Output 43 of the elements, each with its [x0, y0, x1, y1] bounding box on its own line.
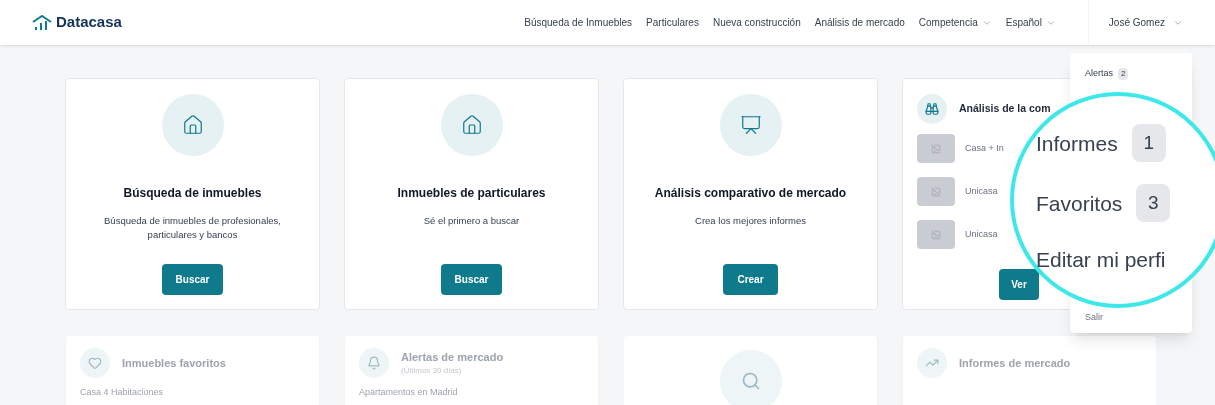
card-title: Alertas de mercado [401, 349, 504, 365]
nav-link[interactable]: Análisis de mercado [814, 15, 905, 30]
agency-name[interactable]: Casa + In [965, 141, 1004, 156]
house-icon [181, 114, 204, 136]
agency-name[interactable]: Unicasa [965, 227, 998, 242]
presentation-icon [739, 114, 762, 136]
count-badge: 3 [1136, 184, 1171, 223]
nav-link[interactable]: Nueva construcción [712, 15, 801, 30]
count-badge: 1 [1131, 124, 1166, 163]
card-title: Inmuebles favoritos [122, 355, 226, 371]
card-description: Crea los mejores informes [694, 214, 807, 228]
binoculars-icon [925, 102, 939, 116]
card-description: Búsqueda de inmuebles de profesionales, particulares y bancos [103, 214, 282, 242]
list-item[interactable]: Casa 4 Habitaciones [80, 386, 305, 400]
agency-name[interactable]: Unicasa [965, 184, 998, 199]
card-title: Inmuebles de particulares [397, 185, 546, 202]
house-icon [460, 114, 483, 136]
search-icon [740, 371, 761, 391]
nav-link[interactable]: Español [1005, 15, 1056, 30]
card-title: Análisis comparativo de mercado [654, 185, 847, 202]
menu-item[interactable]: Alertas 2 [1085, 67, 1177, 81]
heart-icon [88, 356, 102, 370]
card-description: Sé el primero a buscar [422, 214, 521, 228]
card-title: Búsqueda de inmuebles [123, 185, 262, 202]
nav-link[interactable]: Particulares [646, 15, 699, 30]
logo-text[interactable]: Datacasa [56, 11, 122, 34]
nav-link[interactable]: Búsqueda de Inmuebles [524, 15, 633, 30]
nav-link[interactable]: Competencia [918, 15, 992, 30]
bell-icon [367, 356, 381, 370]
card-button[interactable]: Crear [723, 264, 778, 295]
card-button[interactable]: Buscar [161, 264, 224, 295]
card-title: Informes de mercado [959, 355, 1071, 371]
card-title: Análisis de la com [959, 101, 1051, 117]
menu-item[interactable]: Salir [1085, 311, 1103, 325]
list-item[interactable]: Apartamentos en Madrid [359, 386, 584, 400]
card-button[interactable]: Buscar [440, 264, 503, 295]
logo-icon [32, 14, 52, 31]
image-off-icon [931, 229, 941, 240]
view-button[interactable]: Ver [999, 269, 1039, 300]
image-off-icon [931, 143, 941, 154]
user-menu-button[interactable]: José Gomez [1108, 15, 1183, 30]
image-off-icon [931, 186, 941, 197]
count-badge: 2 [1118, 67, 1129, 80]
